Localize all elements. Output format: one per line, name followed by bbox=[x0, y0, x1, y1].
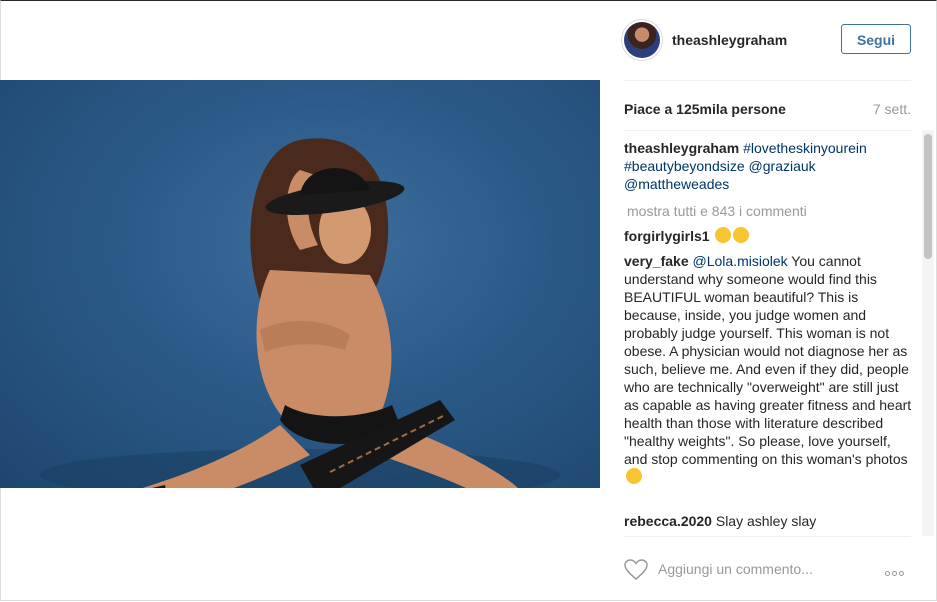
comments-list[interactable]: theashleygraham #lovetheskinyourein #bea… bbox=[624, 130, 912, 537]
tears-of-joy-icon bbox=[626, 468, 642, 484]
comment-item: rebecca.2020 Slay ashley slay bbox=[624, 512, 816, 530]
post-photo[interactable] bbox=[0, 80, 600, 488]
author-username[interactable]: theashleygraham bbox=[672, 32, 787, 48]
follow-button[interactable]: Segui bbox=[841, 24, 911, 54]
comment-text: Slay ashley slay bbox=[715, 513, 817, 529]
likes-row: Piace a 125mila persone 7 sett. bbox=[624, 100, 911, 120]
smiling-face-icon bbox=[715, 227, 732, 243]
caption-username[interactable]: theashleygraham bbox=[624, 140, 739, 156]
hashtag-link[interactable]: #beautybeyondsize bbox=[624, 158, 745, 174]
comment-username[interactable]: very_fake bbox=[624, 253, 689, 269]
comment-text: You cannot understand why someone would … bbox=[624, 253, 912, 467]
more-options-icon[interactable] bbox=[885, 563, 911, 576]
comment-item: forgirlygirls1 bbox=[624, 227, 750, 245]
mention-link[interactable]: @mattheweades bbox=[624, 176, 729, 192]
scrollbar-thumb[interactable] bbox=[924, 134, 932, 259]
comment-username[interactable]: forgirlygirls1 bbox=[624, 228, 710, 244]
add-comment-bar bbox=[624, 536, 911, 602]
mention-link[interactable]: @graziauk bbox=[749, 158, 816, 174]
post-side-panel: theashleygraham Segui Piace a 125mila pe… bbox=[600, 0, 937, 601]
load-more-comments[interactable]: mostra tutti e 843 i commenti bbox=[627, 202, 807, 220]
post-timestamp[interactable]: 7 sett. bbox=[873, 101, 911, 117]
comment-item: very_fake @Lola.misiolek You cannot unde… bbox=[624, 252, 912, 486]
caption: theashleygraham #lovetheskinyourein #bea… bbox=[624, 139, 912, 193]
photo-illustration bbox=[40, 138, 560, 488]
kissing-face-icon bbox=[733, 227, 750, 243]
comments-scrollbar[interactable] bbox=[922, 130, 934, 536]
likes-count[interactable]: Piace a 125mila persone bbox=[624, 101, 786, 117]
post-header: theashleygraham Segui bbox=[624, 20, 911, 81]
mention-link[interactable]: @Lola.misiolek bbox=[693, 253, 788, 269]
heart-icon[interactable] bbox=[624, 559, 648, 581]
avatar[interactable] bbox=[624, 22, 660, 58]
hashtag-link[interactable]: #lovetheskinyourein bbox=[743, 140, 867, 156]
comment-username[interactable]: rebecca.2020 bbox=[624, 513, 712, 529]
comment-input[interactable] bbox=[658, 559, 858, 579]
